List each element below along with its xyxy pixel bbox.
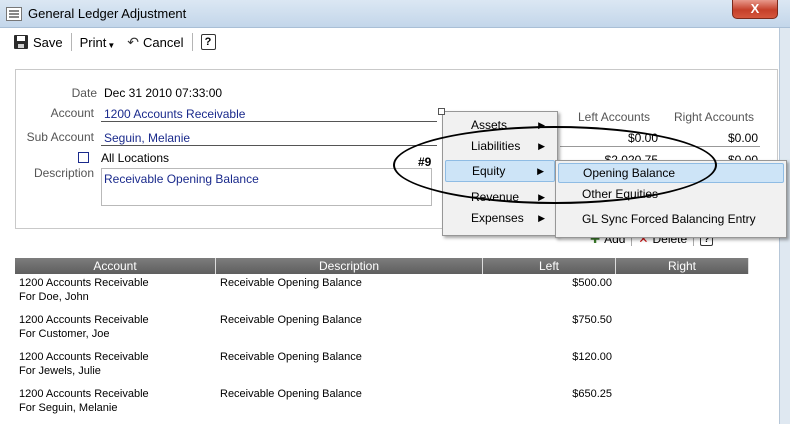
left-accounts-header: Left Accounts bbox=[578, 110, 651, 124]
account-cell: 1200 Accounts Receivable For Jewels, Jul… bbox=[19, 351, 149, 377]
print-label: Print bbox=[79, 34, 107, 50]
right-cell bbox=[616, 385, 749, 422]
account-type-menu: Assets ▶ Liabilities ▶ Equity ▶ Revenue … bbox=[442, 111, 558, 236]
menu-item-assets[interactable]: Assets ▶ bbox=[445, 114, 555, 136]
chevron-right-icon: ▶ bbox=[538, 141, 545, 151]
right-accounts-total: $0.00 bbox=[727, 131, 758, 145]
date-label: Date bbox=[71, 86, 97, 100]
chevron-down-icon: ▼ bbox=[107, 40, 116, 50]
entry-number: #9 bbox=[418, 155, 432, 169]
account-cell: 1200 Accounts Receivable For Customer, J… bbox=[19, 314, 149, 340]
left-cell: $750.50 bbox=[572, 314, 612, 326]
account-label: Account bbox=[50, 106, 94, 120]
table-row[interactable]: 1200 Accounts Receivable For Jewels, Jul… bbox=[15, 348, 749, 385]
left-cell: $650.25 bbox=[572, 388, 612, 400]
all-locations-checkbox[interactable] bbox=[78, 152, 89, 163]
description-label: Description bbox=[33, 166, 94, 180]
submenu-item-other-equities[interactable]: Other Equities bbox=[558, 184, 784, 204]
menu-item-revenue[interactable]: Revenue ▶ bbox=[445, 186, 555, 208]
description-cell: Receivable Opening Balance bbox=[220, 388, 362, 400]
description-cell: Receivable Opening Balance bbox=[220, 277, 362, 289]
summary-divider bbox=[560, 146, 760, 147]
help-icon: ? bbox=[200, 34, 216, 50]
column-header-left[interactable]: Left bbox=[483, 258, 616, 274]
menu-item-expenses[interactable]: Expenses ▶ bbox=[445, 207, 555, 229]
description-textarea[interactable]: Receivable Opening Balance bbox=[101, 168, 432, 206]
all-locations-label: All Locations bbox=[101, 151, 170, 165]
column-header-right[interactable]: Right bbox=[616, 258, 749, 274]
chevron-right-icon: ▶ bbox=[537, 166, 544, 176]
title-bar: General Ledger Adjustment X bbox=[0, 0, 790, 28]
submenu-item-opening-balance[interactable]: Opening Balance bbox=[558, 163, 784, 183]
account-field[interactable]: 1200 Accounts Receivable bbox=[104, 107, 245, 121]
date-value[interactable]: Dec 31 2010 07:33:00 bbox=[104, 86, 222, 100]
ledger-grid: Account Description Left Right 1200 Acco… bbox=[15, 258, 749, 422]
app-icon bbox=[6, 7, 22, 21]
right-cell bbox=[616, 274, 749, 311]
table-row[interactable]: 1200 Accounts Receivable For Doe, John R… bbox=[15, 274, 749, 311]
sub-account-field[interactable]: Seguin, Melanie bbox=[104, 131, 190, 145]
cancel-label: Cancel bbox=[143, 34, 184, 50]
chevron-right-icon: ▶ bbox=[538, 120, 545, 130]
column-header-account[interactable]: Account bbox=[15, 258, 216, 274]
left-cell: $500.00 bbox=[572, 277, 612, 289]
save-button[interactable]: Save bbox=[8, 31, 69, 53]
grid-header: Account Description Left Right bbox=[15, 258, 749, 274]
help-button[interactable]: ? bbox=[195, 31, 222, 53]
table-row[interactable]: 1200 Accounts Receivable For Customer, J… bbox=[15, 311, 749, 348]
chevron-right-icon: ▶ bbox=[538, 192, 545, 202]
account-underline bbox=[101, 121, 437, 122]
equity-submenu: Opening Balance Other Equities GL Sync F… bbox=[555, 160, 787, 238]
sub-account-label: Sub Account bbox=[26, 130, 94, 144]
toolbar-separator bbox=[70, 33, 72, 51]
menu-item-liabilities[interactable]: Liabilities ▶ bbox=[445, 135, 555, 157]
toolbar-separator bbox=[191, 33, 193, 51]
account-cell: 1200 Accounts Receivable For Seguin, Mel… bbox=[19, 388, 149, 414]
right-cell bbox=[616, 348, 749, 385]
column-header-description[interactable]: Description bbox=[216, 258, 483, 274]
account-cell: 1200 Accounts Receivable For Doe, John bbox=[19, 277, 149, 303]
description-cell: Receivable Opening Balance bbox=[220, 351, 362, 363]
save-label: Save bbox=[33, 34, 63, 50]
sub-account-underline bbox=[101, 145, 437, 146]
right-accounts-header: Right Accounts bbox=[674, 110, 755, 124]
close-button[interactable]: X bbox=[732, 0, 778, 19]
left-accounts-total: $0.00 bbox=[627, 131, 658, 145]
menu-item-equity[interactable]: Equity ▶ bbox=[445, 160, 555, 182]
print-button[interactable]: Print ▼ bbox=[74, 31, 122, 53]
undo-arrow-icon: ↶ bbox=[127, 33, 140, 50]
right-cell bbox=[616, 311, 749, 348]
cancel-button[interactable]: ↶ Cancel bbox=[121, 31, 189, 53]
description-cell: Receivable Opening Balance bbox=[220, 314, 362, 326]
table-row[interactable]: 1200 Accounts Receivable For Seguin, Mel… bbox=[15, 385, 749, 422]
chevron-right-icon: ▶ bbox=[538, 213, 545, 223]
toolbar: Save Print ▼ ↶ Cancel ? bbox=[8, 30, 222, 54]
window-title: General Ledger Adjustment bbox=[28, 6, 187, 21]
submenu-item-gl-sync-forced-balancing-entry[interactable]: GL Sync Forced Balancing Entry bbox=[558, 209, 784, 229]
account-picker-handle[interactable] bbox=[438, 108, 445, 115]
left-cell: $120.00 bbox=[572, 351, 612, 363]
floppy-disk-icon bbox=[14, 35, 28, 49]
